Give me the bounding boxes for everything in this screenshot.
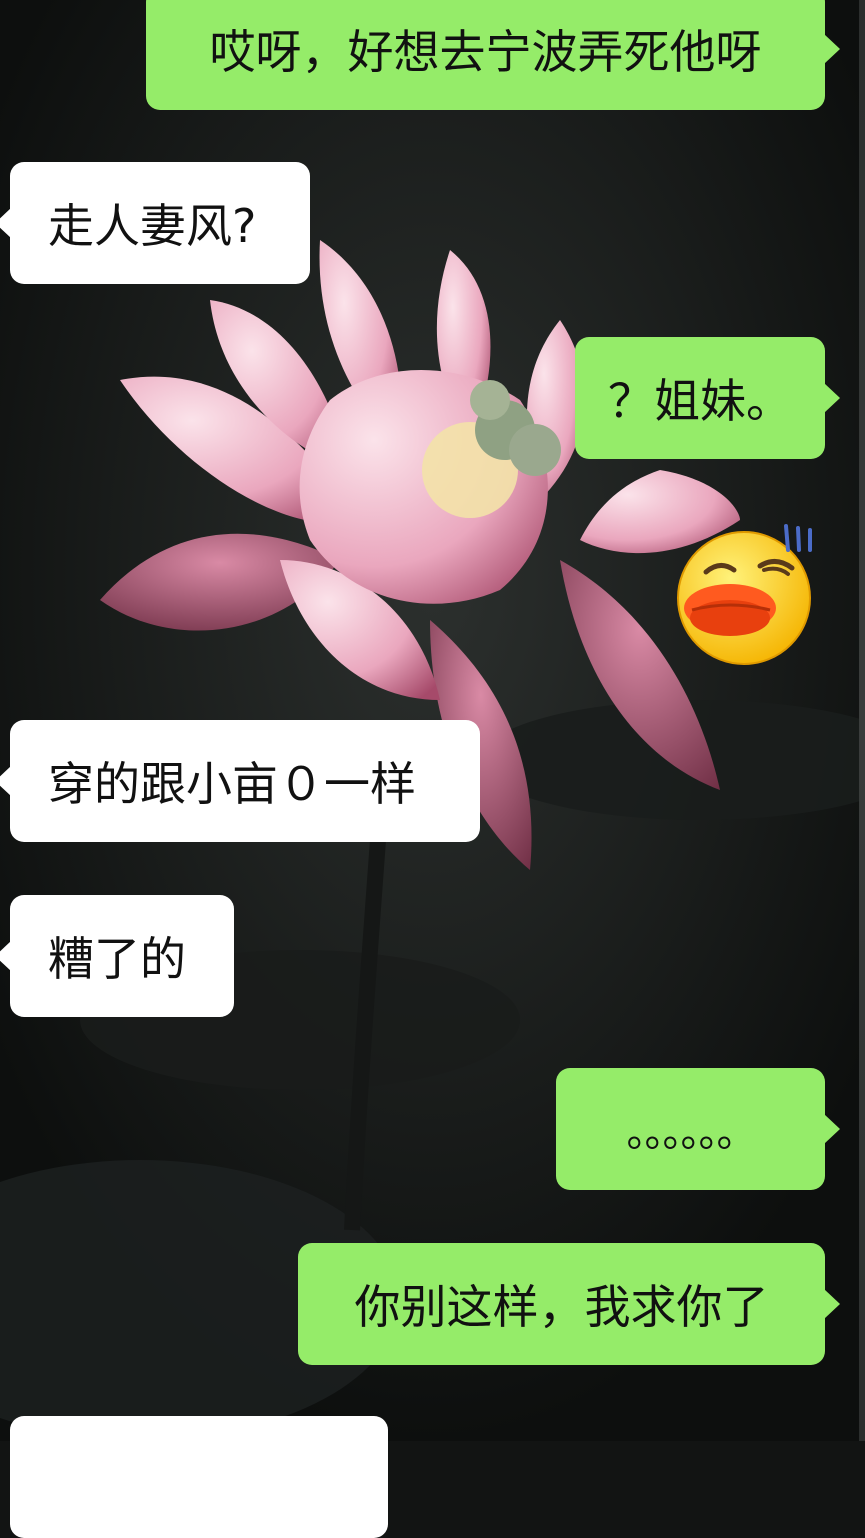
message-text: 穿的跟小亩０一样: [48, 757, 416, 811]
incoming-message-bubble[interactable]: 穿的跟小亩０一样: [0, 720, 480, 842]
incoming-message-bubble[interactable]: 糟了的: [0, 895, 234, 1017]
screen-edge-strip: [859, 0, 865, 1441]
message-text: 你别这样，我求你了: [354, 1280, 769, 1334]
message-text: 哎呀，好想去宁波弄死他呀: [209, 25, 762, 79]
message-text: 走人妻风?: [48, 199, 257, 253]
outgoing-message-bubble[interactable]: 哎呀，好想去宁波弄死他呀: [146, 0, 840, 110]
incoming-message-bubble-partial[interactable]: [10, 1416, 388, 1538]
message-text: 。。。。。。: [626, 1110, 757, 1156]
outgoing-message-bubble[interactable]: 。。。。。。: [556, 1068, 840, 1190]
outgoing-message-bubble[interactable]: 你别这样，我求你了: [298, 1243, 840, 1365]
message-text: 糟了的: [48, 932, 186, 986]
duck-mouth-smug-emoji[interactable]: [668, 520, 828, 665]
message-text: ？姐妹。: [608, 374, 792, 428]
outgoing-message-bubble[interactable]: ？姐妹。: [575, 337, 840, 459]
incoming-message-bubble[interactable]: 走人妻风?: [0, 162, 310, 284]
